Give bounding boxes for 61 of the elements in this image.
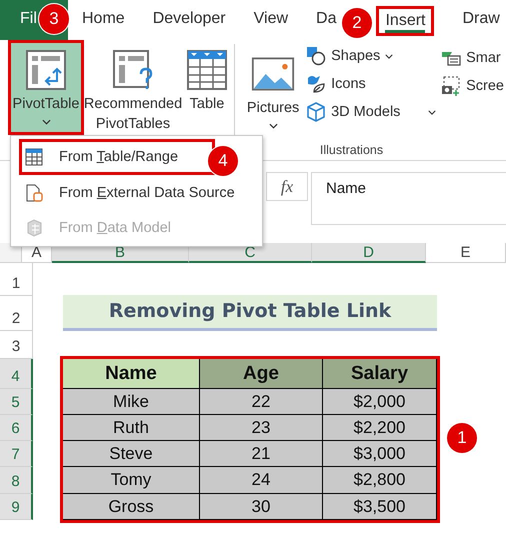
menu-item[interactable]: From External Data Source [11, 174, 262, 210]
step-badge: 1 [447, 423, 477, 453]
row-header[interactable]: 5 [0, 389, 33, 415]
ribbon-tab[interactable]: Da [316, 0, 336, 40]
ribbon-button[interactable]: PivotTable [10, 42, 82, 133]
table-cell: $3,000 [323, 441, 437, 467]
ribbon-button[interactable]: Scree [439, 72, 506, 100]
row-header[interactable]: 1 [0, 263, 33, 296]
row-header[interactable]: 2 [0, 296, 33, 331]
header-cell: Name [63, 359, 200, 389]
bird-leaf-icon [306, 74, 326, 94]
table-cell: 23 [200, 415, 323, 441]
table-cell: $3,500 [323, 494, 437, 520]
ribbon-tab[interactable]: Insert [385, 9, 426, 33]
ribbon-tab[interactable]: Home [82, 0, 125, 40]
pivot-table-icon [24, 48, 68, 92]
table-cell: $2,800 [323, 467, 437, 494]
document-database-icon [25, 184, 43, 202]
cube-grid-icon [25, 219, 43, 238]
formula-input[interactable]: Name [311, 172, 506, 225]
group-label: Illustrations [320, 143, 384, 157]
table-cell: Tomy [63, 467, 200, 494]
ribbon-button[interactable]: Recommended PivotTables [82, 42, 184, 136]
column-header[interactable]: D [312, 243, 426, 263]
camera-screenshot-icon [441, 76, 462, 96]
row-header[interactable]: 6 [0, 415, 33, 441]
shapes-icon [306, 46, 326, 66]
pictures-button[interactable]: Pictures [245, 42, 302, 131]
header-cell: Age [200, 359, 323, 389]
table-cell: Ruth [63, 415, 200, 441]
function-button[interactable]: fx [266, 172, 308, 201]
row-header[interactable]: 8 [0, 467, 33, 494]
ribbon-button[interactable]: Table [184, 42, 230, 116]
row-header[interactable]: 9 [0, 494, 33, 520]
ribbon-button[interactable]: 3D Models [304, 98, 438, 126]
table-cell: Steve [63, 441, 200, 467]
ribbon-button[interactable]: Smar [439, 44, 506, 72]
cube-icon [306, 102, 326, 122]
ribbon-button[interactable]: Shapes [304, 42, 438, 70]
table-cell: 21 [200, 441, 323, 467]
row-header[interactable]: 4 [0, 359, 33, 389]
ribbon-tab[interactable]: Draw [462, 0, 500, 40]
table-cell: 22 [200, 389, 323, 415]
table-cell: Gross [63, 494, 200, 520]
step-badge: 2 [342, 8, 372, 38]
table-cell: Mike [63, 389, 200, 415]
table-cell: 30 [200, 494, 323, 520]
column-header[interactable]: E [426, 243, 506, 263]
table-grid-icon [185, 48, 229, 92]
table-icon [25, 148, 43, 166]
pivot-table-question-icon [111, 48, 155, 92]
table-cell: $2,000 [323, 389, 437, 415]
ribbon-tab[interactable]: View [254, 0, 288, 40]
header-cell: Salary [323, 359, 437, 389]
row-header[interactable]: 7 [0, 441, 33, 467]
ribbon-button[interactable]: Icons [304, 70, 438, 98]
table-cell: $2,200 [323, 415, 437, 441]
sheet-title: Removing Pivot Table Link [63, 295, 437, 331]
ribbon-tab[interactable]: Developer [152, 0, 226, 40]
ribbon-tab[interactable]: Fil [20, 0, 37, 40]
table-cell: 24 [200, 467, 323, 494]
